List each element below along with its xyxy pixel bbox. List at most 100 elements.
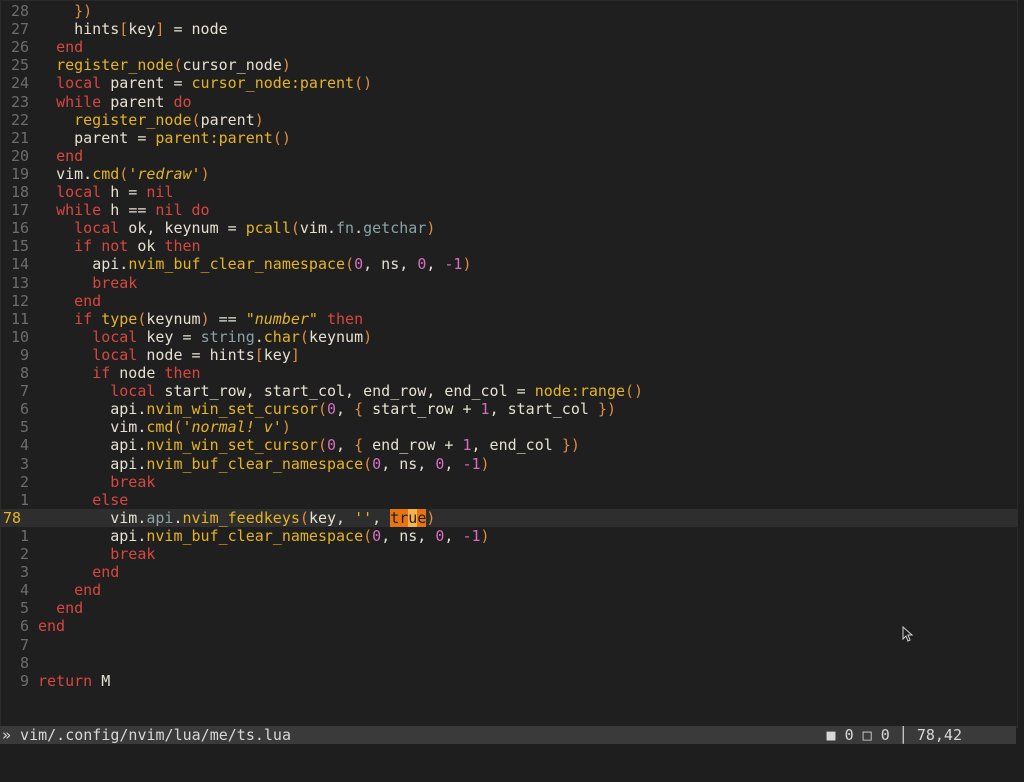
code-line[interactable]: 4 api.nvim_win_set_cursor(0, { end_row +…	[1, 436, 1017, 454]
code-line[interactable]: 3 api.nvim_buf_clear_namespace(0, ns, 0,…	[1, 455, 1017, 473]
code-token: do	[173, 92, 192, 111]
code-token: "number"	[245, 309, 318, 328]
code-token: api	[110, 454, 138, 473]
code-token: , ns,	[381, 454, 436, 473]
code-text: break	[29, 473, 155, 491]
code-line[interactable]: 9 return M	[1, 672, 1017, 690]
code-text: end	[29, 563, 119, 581]
code-line[interactable]: 7	[1, 636, 1017, 654]
code-text: end	[29, 147, 83, 165]
code-token: then	[164, 364, 201, 382]
code-token: =	[128, 128, 156, 147]
code-token: api	[110, 436, 138, 455]
code-text: local parent = cursor_node:parent()	[29, 74, 372, 92]
code-line[interactable]: 11 if type(keynum) == "number" then	[1, 310, 1017, 328]
code-token: getchar	[363, 219, 427, 238]
code-token: end_row +	[363, 436, 463, 455]
code-token: )	[200, 309, 210, 328]
code-line[interactable]: 2 break	[1, 545, 1017, 563]
code-line[interactable]: 16 local ok, keynum = pcall(vim.fn.getch…	[1, 219, 1017, 237]
code-line[interactable]: 2 break	[1, 473, 1017, 491]
code-token: e	[417, 508, 427, 527]
code-text: if type(keynum) == "number" then	[29, 310, 363, 328]
code-token: (	[173, 418, 183, 437]
code-token: -1	[462, 526, 481, 545]
code-line[interactable]: 19 vim.cmd('redraw')	[1, 165, 1017, 183]
code-line[interactable]: 28 })	[1, 2, 1017, 20]
code-line[interactable]: 24 local parent = cursor_node:parent()	[1, 74, 1017, 92]
code-token: break	[110, 545, 156, 563]
code-line[interactable]: 3 end	[1, 563, 1017, 581]
code-text: if node then	[29, 364, 201, 382]
code-token: [	[119, 20, 129, 39]
code-token: end	[38, 617, 66, 636]
code-text: parent = parent:parent()	[29, 129, 291, 147]
current-code-line[interactable]: 78 vim.api.nvim_feedkeys(key, '', true)	[1, 508, 1017, 527]
code-line[interactable]: 1 else	[1, 491, 1017, 509]
code-text: end	[29, 292, 101, 310]
code-token: local	[56, 74, 102, 93]
code-line[interactable]: 13 break	[1, 274, 1017, 292]
code-token: , ns,	[363, 255, 418, 274]
code-line[interactable]: 17 while h == nil do	[1, 201, 1017, 219]
line-number: 5	[19, 418, 29, 437]
command-line[interactable]	[0, 744, 1024, 782]
code-token: vim	[110, 418, 138, 437]
code-line[interactable]: 21 parent = parent:parent()	[1, 129, 1017, 147]
code-line[interactable]: 14 api.nvim_buf_clear_namespace(0, ns, 0…	[1, 255, 1017, 273]
code-line[interactable]: 10 local key = string.char(keynum)	[1, 328, 1017, 346]
code-line[interactable]: 5 vim.cmd('normal! v')	[1, 418, 1017, 436]
code-line[interactable]: 26 end	[1, 38, 1017, 56]
code-line[interactable]: 15 if not ok then	[1, 237, 1017, 255]
code-token: )	[462, 255, 472, 274]
code-line[interactable]: 20 end	[1, 147, 1017, 165]
code-token: hints	[209, 345, 255, 364]
editor-pane[interactable]: 28 }) 27 hints[key] = node 26 end 25 regist…	[0, 0, 1018, 728]
code-line[interactable]: 6 api.nvim_win_set_cursor(0, { start_row…	[1, 400, 1017, 418]
code-line[interactable]: 23 while parent do	[1, 93, 1017, 111]
code-token: parent	[200, 110, 255, 129]
code-line[interactable]: 8	[1, 654, 1017, 672]
code-line[interactable]: 6 end	[1, 617, 1017, 635]
code-line[interactable]: 8 if node then	[1, 364, 1017, 382]
code-token: (	[299, 327, 309, 346]
code-line[interactable]: 7 local start_row, start_col, end_row, e…	[1, 382, 1017, 400]
code-token: if	[92, 364, 111, 382]
code-token: .	[254, 327, 264, 346]
code-line[interactable]: 22 register_node(parent)	[1, 111, 1017, 129]
code-token: (	[173, 56, 183, 75]
code-token: type	[92, 309, 138, 328]
code-token: }	[561, 436, 571, 455]
code-token: 1	[480, 400, 490, 419]
code-line[interactable]: 27 hints[key] = node	[1, 20, 1017, 38]
code-line[interactable]: 1 api.nvim_buf_clear_namespace(0, ns, 0,…	[1, 527, 1017, 545]
line-number: 22	[10, 110, 29, 129]
code-token: nil	[146, 201, 192, 220]
code-token: 'redraw'	[128, 164, 201, 183]
line-number: 6	[19, 400, 29, 419]
code-token: node	[191, 20, 228, 39]
code-token: vim	[110, 508, 138, 527]
code-line[interactable]: 5 end	[1, 599, 1017, 617]
code-token: if	[74, 237, 93, 256]
code-line[interactable]: 12 end	[1, 292, 1017, 310]
code-token: (	[299, 508, 309, 527]
code-token: -1	[444, 255, 463, 274]
line-number: 7	[19, 635, 29, 654]
code-token: =	[119, 183, 147, 201]
code-line[interactable]: 4 end	[1, 581, 1017, 599]
code-token: )	[426, 508, 436, 527]
code-line[interactable]: 18 local h = nil	[1, 183, 1017, 201]
code-line[interactable]: 25 register_node(cursor_node)	[1, 56, 1017, 74]
code-token: local	[74, 219, 120, 238]
code-line[interactable]: 9 local node = hints[key]	[1, 346, 1017, 364]
